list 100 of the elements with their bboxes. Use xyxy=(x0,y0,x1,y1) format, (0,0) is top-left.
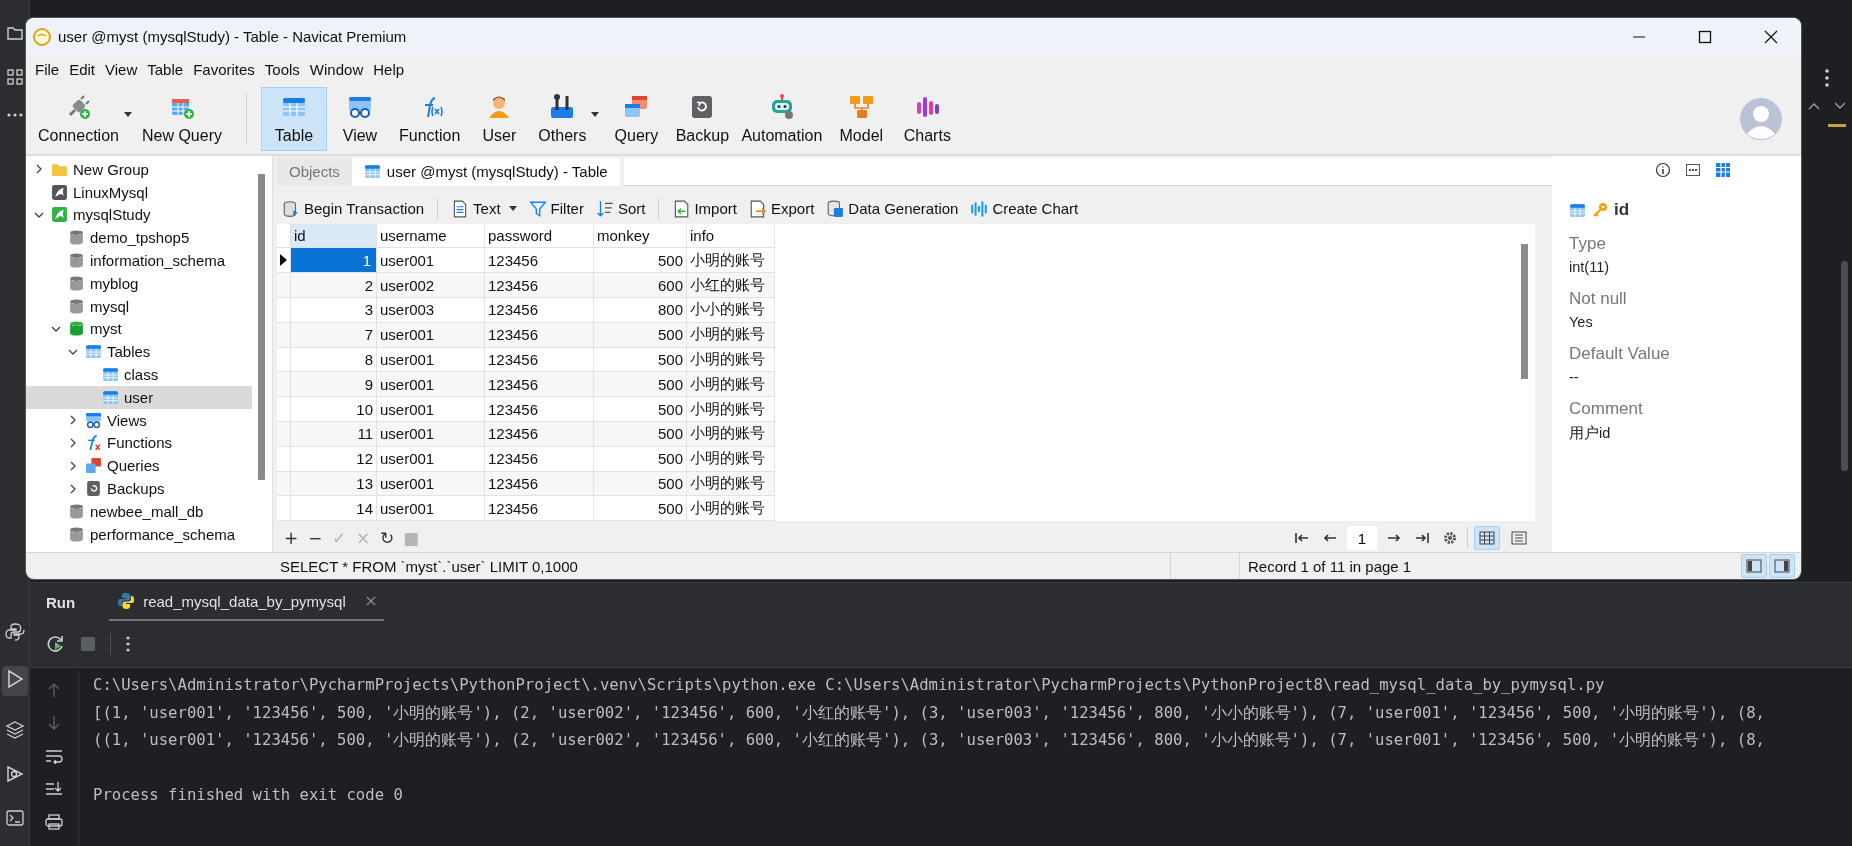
edit-button[interactable]: ↻ xyxy=(377,527,397,550)
grid-icon[interactable] xyxy=(5,68,24,86)
caret-icon[interactable] xyxy=(591,111,600,117)
menu-item[interactable]: Edit xyxy=(64,60,101,78)
table-cell[interactable]: 123456 xyxy=(485,496,594,522)
chevron-icon[interactable] xyxy=(68,460,78,471)
table-cell[interactable]: user001 xyxy=(377,496,485,522)
tree-item[interactable]: mysql xyxy=(26,294,252,318)
python-icon[interactable] xyxy=(4,622,25,642)
menu-item[interactable]: Tools xyxy=(259,60,305,78)
table-cell[interactable]: 500 xyxy=(594,471,687,497)
edit-button[interactable]: − xyxy=(305,527,325,550)
caret-icon[interactable] xyxy=(123,111,132,117)
table-cell[interactable]: 小红的账号 xyxy=(687,273,775,298)
table-cell[interactable]: 12 xyxy=(291,446,377,472)
table-cell[interactable]: 小明的账号 xyxy=(687,446,775,472)
menu-item[interactable]: Table xyxy=(142,60,189,78)
table-cell[interactable]: user001 xyxy=(377,372,485,398)
table-cell[interactable]: 2 xyxy=(291,273,377,298)
table-cell[interactable]: 11 xyxy=(291,422,377,447)
chevron-up-icon[interactable] xyxy=(1808,102,1820,110)
toolbar-button[interactable]: Create Chart xyxy=(965,194,1084,223)
scrollbar-thumb[interactable] xyxy=(1521,243,1528,379)
toolbar-button[interactable]: Begin Transaction xyxy=(277,194,430,223)
toolbar-button[interactable]: Data Generation xyxy=(821,194,964,223)
table-cell[interactable]: 500 xyxy=(594,372,687,398)
chevron-down-icon[interactable] xyxy=(1834,102,1846,110)
left-panel-button[interactable] xyxy=(1741,554,1767,578)
tree-item[interactable]: LinuxMysql xyxy=(26,180,252,204)
toolbar-button[interactable]: Table xyxy=(261,86,327,151)
column-header[interactable]: password xyxy=(485,223,594,249)
table-cell[interactable]: 123456 xyxy=(485,422,594,447)
tree-item[interactable]: performance_schema xyxy=(26,522,252,546)
tree-item[interactable]: newbee_mall_db xyxy=(26,499,252,523)
grid-view-button[interactable] xyxy=(1474,526,1500,551)
chevron-icon[interactable] xyxy=(34,164,44,175)
table-cell[interactable]: 小明的账号 xyxy=(687,496,775,522)
table-cell[interactable]: 3 xyxy=(291,298,377,323)
table-cell[interactable]: 123456 xyxy=(485,298,594,323)
scrollbar-thumb[interactable] xyxy=(258,174,265,480)
table-cell[interactable]: 500 xyxy=(594,322,687,348)
table-cell[interactable]: 600 xyxy=(594,273,687,298)
table-cell[interactable]: 123456 xyxy=(485,446,594,472)
toolbar-button[interactable]: Backup xyxy=(669,86,736,151)
table-cell[interactable]: 小明的账号 xyxy=(687,397,775,422)
tree-item[interactable]: myst xyxy=(26,317,252,341)
table-cell[interactable]: 123456 xyxy=(485,273,594,298)
table-cell[interactable]: 123456 xyxy=(485,471,594,497)
table-cell[interactable]: 1 xyxy=(291,248,377,274)
kebab-icon[interactable] xyxy=(125,635,131,653)
table-cell[interactable]: 500 xyxy=(594,446,687,472)
toolbar-button[interactable]: Sort xyxy=(590,194,651,223)
tab[interactable]: user @myst (mysqlStudy) - Table xyxy=(351,158,620,186)
layers-icon[interactable] xyxy=(4,720,25,740)
scroll-end-icon[interactable] xyxy=(45,781,63,797)
terminal-icon[interactable] xyxy=(4,808,25,828)
folder-icon[interactable] xyxy=(5,24,24,42)
chevron-icon[interactable] xyxy=(68,437,78,448)
edit-button[interactable]: + xyxy=(281,527,301,550)
toolbar-button[interactable]: Connection xyxy=(32,86,136,151)
right-panel-button[interactable] xyxy=(1769,554,1795,578)
table-cell[interactable]: user003 xyxy=(377,298,485,323)
table-cell[interactable]: 500 xyxy=(594,397,687,422)
table-cell[interactable]: 123456 xyxy=(485,372,594,398)
debug-run-icon[interactable] xyxy=(4,764,25,784)
tree-item[interactable]: Views xyxy=(26,408,252,432)
page-field[interactable]: 1 xyxy=(1347,526,1377,551)
column-header[interactable]: id xyxy=(291,223,377,249)
table-cell[interactable]: user001 xyxy=(377,446,485,472)
toolbar-button[interactable]: Query xyxy=(603,86,670,151)
tree-item[interactable]: class xyxy=(26,363,252,386)
more-icon[interactable] xyxy=(5,112,24,118)
tree-item[interactable]: user xyxy=(26,385,252,409)
tree-item[interactable]: Tables xyxy=(26,340,252,364)
table-cell[interactable]: 13 xyxy=(291,471,377,497)
tree-item[interactable]: myblog xyxy=(26,272,252,295)
menu-item[interactable]: Help xyxy=(368,60,410,78)
tab[interactable]: Objects xyxy=(277,158,352,186)
caret-icon[interactable] xyxy=(508,206,517,212)
table-cell[interactable]: 9 xyxy=(291,372,377,398)
table-cell[interactable]: user001 xyxy=(377,422,485,447)
table-cell[interactable]: 500 xyxy=(594,422,687,447)
tree-item[interactable]: mysqlStudy xyxy=(26,203,252,227)
toolbar-button[interactable]: Text xyxy=(446,194,522,223)
table-cell[interactable]: 7 xyxy=(291,322,377,348)
chevron-icon[interactable] xyxy=(68,483,78,494)
tree-item[interactable]: Functions xyxy=(26,431,252,455)
table-cell[interactable]: 14 xyxy=(291,496,377,522)
chevron-icon[interactable] xyxy=(68,415,78,426)
table-cell[interactable]: 123456 xyxy=(485,322,594,348)
first-page-icon[interactable] xyxy=(1295,532,1309,545)
column-header[interactable]: info xyxy=(687,223,775,249)
menu-item[interactable]: View xyxy=(100,60,143,78)
column-header[interactable]: username xyxy=(377,223,485,249)
toolbar-button[interactable]: New Query xyxy=(135,86,228,151)
table-cell[interactable]: user001 xyxy=(377,322,485,348)
tree-item[interactable]: Backups xyxy=(26,477,252,500)
toolbar-button[interactable]: Import xyxy=(667,194,742,223)
toolbar-button[interactable]: Filter xyxy=(523,194,589,223)
table-cell[interactable]: 小明的账号 xyxy=(687,471,775,497)
